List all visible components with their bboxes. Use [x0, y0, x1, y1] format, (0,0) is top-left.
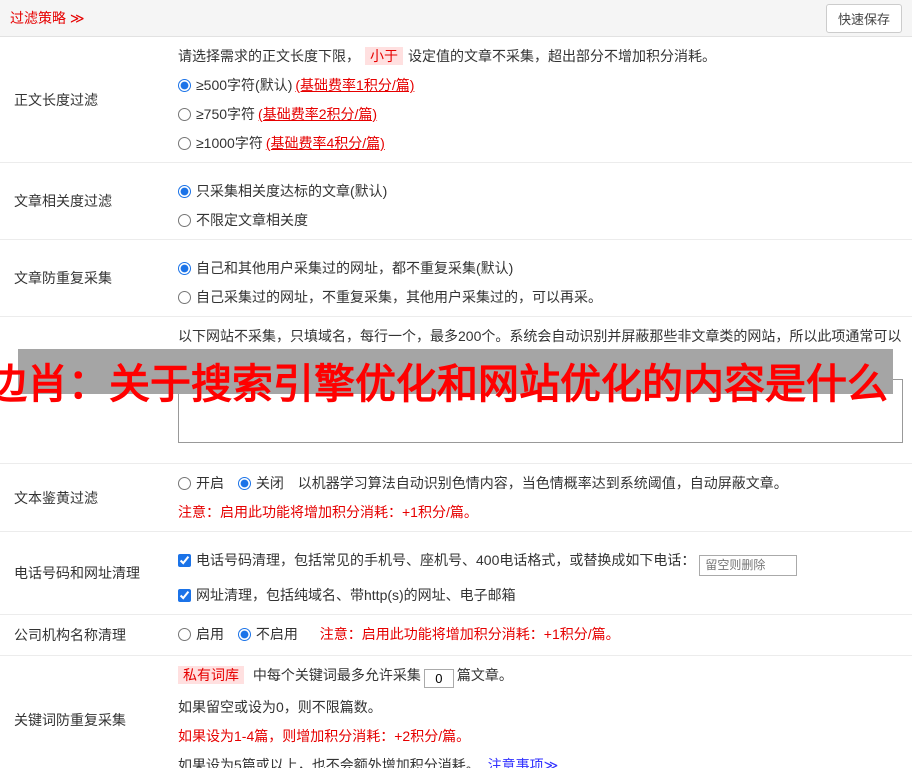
- length-500-fee: (基础费率1积分/篇): [295, 77, 415, 93]
- length-1000-radio[interactable]: [178, 137, 191, 150]
- length-1000-fee: (基础费率4积分/篇): [265, 135, 385, 151]
- intro-post-text: 设定值的文章不采集，超出部分不增加积分消耗。: [408, 48, 716, 64]
- porn-filter-desc: 以机器学习算法自动识别色情内容，当色情概率达到系统阈值，自动屏蔽文章。: [297, 475, 788, 491]
- length-option-500[interactable]: ≥500字符(默认) (基础费率1积分/篇): [178, 75, 903, 95]
- keyword-dedupe-content: 私有词库 中每个关键词最多允许采集 篇文章。 如果留空或设为0，则不限篇数。 如果…: [178, 656, 912, 768]
- relevance-label: 文章相关度过滤: [14, 193, 112, 209]
- company-on-label: 启用: [196, 625, 224, 642]
- keyword-limit-post-text: 篇文章。: [456, 666, 513, 683]
- page-title[interactable]: 过滤策略 ≫: [10, 8, 85, 28]
- intro-pre-text: 请选择需求的正文长度下限，: [178, 48, 360, 64]
- private-lexicon-highlight: 私有词库: [178, 665, 244, 684]
- company-clean-options: 启用 不启用 注意：启用此功能将增加积分消耗：+1积分/篇。: [178, 624, 903, 644]
- porn-on-label: 开启: [196, 475, 224, 491]
- dedupe-option-all[interactable]: 自己和其他用户采集过的网址，都不重复采集(默认): [178, 258, 903, 278]
- phone-clean-checkbox[interactable]: [178, 554, 191, 567]
- company-on-option[interactable]: 启用: [178, 626, 224, 642]
- relevance-option-strict[interactable]: 只采集相关度达标的文章(默认): [178, 181, 903, 201]
- porn-on-radio[interactable]: [178, 477, 191, 490]
- length-750-label: ≥750字符: [196, 106, 256, 122]
- porn-filter-label: 文本鉴黄过滤: [14, 489, 98, 506]
- company-off-label: 不启用: [255, 625, 298, 642]
- keyword-note-five-text: 如果设为5篇或以上，也不会额外增加积分消耗。: [178, 756, 480, 768]
- porn-filter-note: 注意：启用此功能将增加积分消耗：+1积分/篇。: [178, 504, 478, 520]
- url-clean-checkbox[interactable]: [178, 588, 191, 602]
- dedupe-option-self[interactable]: 自己采集过的网址，不重复采集，其他用户采集过的，可以再采。: [178, 287, 903, 307]
- row-porn-filter: 文本鉴黄过滤 开启 关闭 以机器学习算法自动识别色情内容，当色情概率达到系统阈值…: [0, 464, 912, 532]
- keyword-dedupe-label: 关键词防重复采集: [14, 711, 126, 728]
- length-500-radio[interactable]: [178, 79, 191, 92]
- porn-filter-content: 开启 关闭 以机器学习算法自动识别色情内容，当色情概率达到系统阈值，自动屏蔽文章…: [178, 464, 912, 531]
- replacement-phone-input[interactable]: [699, 554, 798, 576]
- phone-clean-label: 电话号码清理，包括常见的手机号、座机号、400电话格式，或替换成如下电话：: [196, 552, 696, 568]
- dedupe-all-label: 自己和其他用户采集过的网址，都不重复采集(默认): [196, 260, 514, 276]
- overlay-watermark-text: 边肖：关于搜索引擎优化和网站优化的内容是什么: [0, 361, 888, 407]
- relevance-any-label: 不限定文章相关度: [196, 212, 308, 228]
- header-bar: 过滤策略 ≫ 快速保存: [0, 0, 912, 37]
- company-clean-note: 注意：启用此功能将增加积分消耗：+1积分/篇。: [319, 625, 620, 642]
- row-phone-url-clean: 电话号码和网址清理 电话号码清理，包括常见的手机号、座机号、400电话格式，或替…: [0, 532, 912, 615]
- porn-off-radio[interactable]: [237, 477, 251, 490]
- quick-save-button[interactable]: 快速保存: [825, 3, 902, 33]
- relevance-content: 只采集相关度达标的文章(默认) 不限定文章相关度: [178, 163, 912, 239]
- dedupe-content: 自己和其他用户采集过的网址，都不重复采集(默认) 自己采集过的网址，不重复采集，…: [178, 240, 912, 316]
- company-clean-content: 启用 不启用 注意：启用此功能将增加积分消耗：+1积分/篇。: [178, 615, 912, 655]
- less-than-highlight: 小于: [365, 47, 403, 65]
- keyword-note-five: 如果设为5篇或以上，也不会额外增加积分消耗。 注意事项≫: [178, 755, 903, 768]
- porn-off-label: 关闭: [255, 475, 284, 491]
- dedupe-self-radio[interactable]: [178, 291, 191, 304]
- length-500-label: ≥500字符(默认): [196, 77, 293, 93]
- length-750-radio[interactable]: [178, 108, 191, 121]
- dedupe-label: 文章防重复采集: [14, 270, 112, 286]
- relevance-option-any[interactable]: 不限定文章相关度: [178, 210, 903, 230]
- company-on-radio[interactable]: [178, 627, 191, 641]
- row-keyword-dedupe: 关键词防重复采集 私有词库 中每个关键词最多允许采集 篇文章。 如果留空或设为0，…: [0, 656, 912, 768]
- relevance-strict-radio[interactable]: [178, 185, 191, 198]
- keyword-limit-mid-text: 中每个关键词最多允许采集: [252, 666, 421, 683]
- porn-filter-options: 开启 关闭 以机器学习算法自动识别色情内容，当色情概率达到系统阈值，自动屏蔽文章…: [178, 473, 903, 493]
- keyword-note-unlimited: 如果留空或设为0，则不限篇数。: [178, 698, 382, 715]
- content-length-content: 请选择需求的正文长度下限， 小于 设定值的文章不采集，超出部分不增加积分消耗。 ≥5…: [178, 37, 912, 162]
- dedupe-all-radio[interactable]: [178, 262, 191, 275]
- relevance-strict-label: 只采集相关度达标的文章(默认): [196, 183, 388, 199]
- phone-clean-option[interactable]: 电话号码清理，包括常见的手机号、座机号、400电话格式，或替换成如下电话：: [178, 550, 903, 576]
- row-company-clean: 公司机构名称清理 启用 不启用 注意：启用此功能将增加积分消耗：+1积分/篇。: [0, 615, 912, 656]
- phone-url-clean-content: 电话号码清理，包括常见的手机号、座机号、400电话格式，或替换成如下电话： 网址…: [178, 532, 912, 614]
- relevance-any-radio[interactable]: [178, 214, 191, 227]
- dedupe-self-label: 自己采集过的网址，不重复采集，其他用户采集过的，可以再采。: [196, 289, 602, 305]
- keyword-limit-line: 私有词库 中每个关键词最多允许采集 篇文章。: [178, 665, 903, 688]
- company-clean-label: 公司机构名称清理: [14, 626, 126, 643]
- porn-on-option[interactable]: 开启: [178, 475, 224, 491]
- porn-off-option[interactable]: 关闭: [237, 475, 284, 491]
- length-1000-label: ≥1000字符: [196, 135, 263, 151]
- content-length-label: 正文长度过滤: [14, 91, 98, 108]
- url-clean-label: 网址清理，包括纯域名、带http(s)的网址、电子邮箱: [196, 586, 516, 603]
- row-relevance: 文章相关度过滤 只采集相关度达标的文章(默认) 不限定文章相关度: [0, 163, 912, 240]
- length-option-1000[interactable]: ≥1000字符 (基础费率4积分/篇): [178, 133, 903, 153]
- length-750-fee: (基础费率2积分/篇): [258, 106, 378, 122]
- url-clean-option[interactable]: 网址清理，包括纯域名、带http(s)的网址、电子邮箱: [178, 585, 903, 605]
- row-content-length: 正文长度过滤 请选择需求的正文长度下限， 小于 设定值的文章不采集，超出部分不增加积…: [0, 37, 912, 163]
- notice-link[interactable]: 注意事项≫: [488, 757, 559, 768]
- length-option-750[interactable]: ≥750字符 (基础费率2积分/篇): [178, 104, 903, 124]
- company-off-radio[interactable]: [237, 627, 251, 641]
- company-off-option[interactable]: 不启用: [237, 625, 298, 642]
- content-length-intro: 请选择需求的正文长度下限， 小于 设定值的文章不采集，超出部分不增加积分消耗。: [178, 46, 903, 66]
- keyword-note-cost: 如果设为1-4篇，则增加积分消耗：+2积分/篇。: [178, 727, 471, 744]
- phone-url-clean-label: 电话号码和网址清理: [14, 564, 140, 581]
- row-dedupe: 文章防重复采集 自己和其他用户采集过的网址，都不重复采集(默认) 自己采集过的网…: [0, 240, 912, 317]
- max-articles-input[interactable]: [423, 668, 454, 688]
